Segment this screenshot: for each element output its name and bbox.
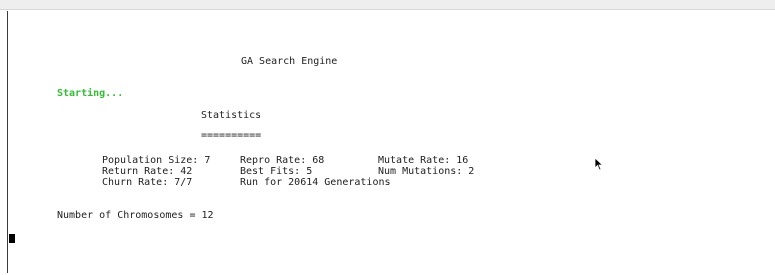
statistics-underline: ==========	[201, 130, 262, 141]
text-cursor-block	[9, 234, 15, 243]
status-starting: Starting...	[57, 88, 124, 99]
mouse-pointer-icon	[594, 157, 604, 171]
program-title: GA Search Engine	[241, 56, 338, 67]
stat-churn-rate: Churn Rate: 7/7	[102, 177, 193, 188]
stat-run-for: Run for 20614 Generations	[240, 177, 391, 188]
terminal-left-border	[7, 11, 8, 273]
chromosome-count: Number of Chromosomes = 12	[57, 210, 214, 221]
window-top-bar	[0, 0, 775, 10]
stat-num-mutations: Num Mutations: 2	[378, 166, 475, 177]
statistics-heading: Statistics	[201, 110, 262, 121]
